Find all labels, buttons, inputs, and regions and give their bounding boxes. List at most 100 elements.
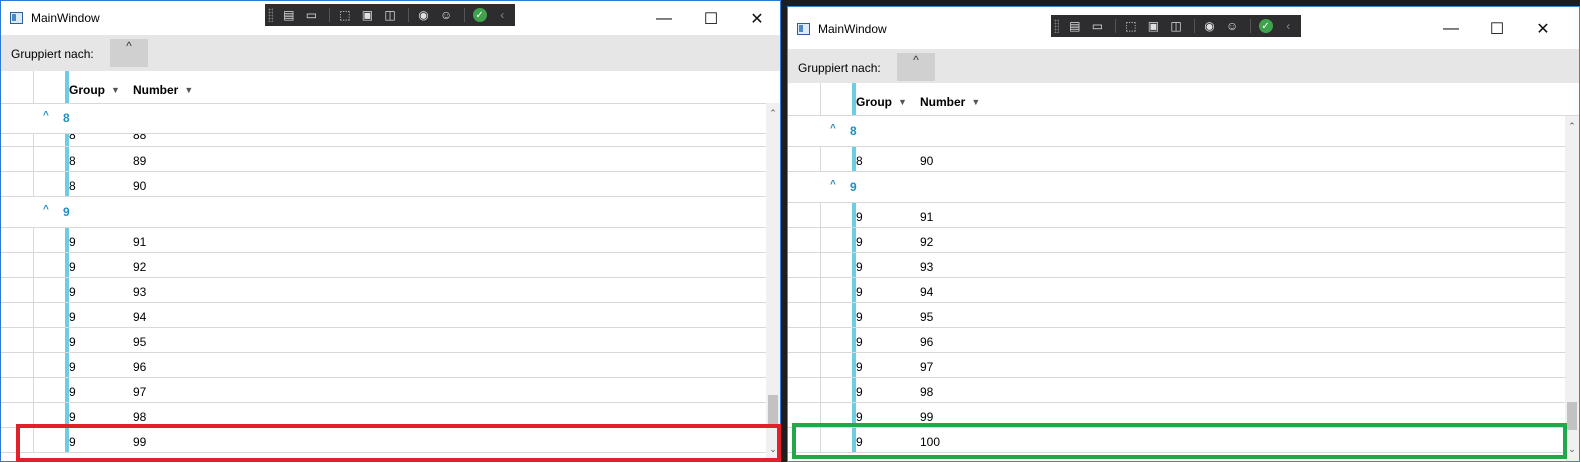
track-focus-icon[interactable]: ◫ xyxy=(1166,17,1186,35)
table-row[interactable]: 9 98 xyxy=(1,403,766,428)
filter-icon[interactable]: ▼ xyxy=(971,97,980,107)
group-drop-area[interactable]: ^ xyxy=(110,39,148,67)
vertical-scrollbar[interactable]: ⌃ ⌄ xyxy=(766,103,780,461)
column-header-number[interactable]: Number ▼ xyxy=(920,95,980,109)
cell-number: 98 xyxy=(920,385,934,399)
hot-reload-icon[interactable]: ◉ xyxy=(1200,17,1220,35)
group-drop-area[interactable]: ^ xyxy=(897,53,935,81)
scroll-down-arrow-icon[interactable]: ⌄ xyxy=(1565,441,1579,457)
live-visual-tree-icon[interactable]: ▤ xyxy=(279,6,299,24)
group-name: 8 xyxy=(63,111,70,125)
minimize-button[interactable]: — xyxy=(1428,15,1474,43)
close-button[interactable]: ✕ xyxy=(1520,15,1566,43)
cell-group: 8 xyxy=(856,154,863,168)
table-row[interactable]: 9 97 xyxy=(788,353,1565,378)
table-row[interactable]: 9 98 xyxy=(788,378,1565,403)
scroll-thumb[interactable] xyxy=(1567,402,1577,430)
display-adorners-icon[interactable]: ▣ xyxy=(1144,17,1164,35)
close-button[interactable]: ✕ xyxy=(734,5,780,33)
cell-number: 92 xyxy=(133,260,147,274)
cell-group: 9 xyxy=(69,235,76,249)
table-row[interactable]: 8 90 xyxy=(788,147,1565,172)
accessibility-icon[interactable]: ☺ xyxy=(436,6,456,24)
window-icon xyxy=(10,12,23,24)
filter-icon[interactable]: ▼ xyxy=(898,97,907,107)
cell-number: 90 xyxy=(920,154,934,168)
group-header-row[interactable]: ^ 9 xyxy=(788,172,1565,203)
chevron-up-icon[interactable]: ^ xyxy=(43,204,49,215)
scroll-up-arrow-icon[interactable]: ⌃ xyxy=(1565,118,1579,134)
table-row[interactable]: 9 99 xyxy=(1,428,766,453)
select-element-icon[interactable]: ⬚ xyxy=(1121,17,1141,35)
collapse-arrow-icon[interactable]: ‹ xyxy=(492,6,512,24)
table-row[interactable]: 8 88 xyxy=(1,134,766,147)
cell-number: 95 xyxy=(133,335,147,349)
cell-group: 9 xyxy=(856,335,863,349)
scroll-up-arrow-icon[interactable]: ⌃ xyxy=(766,105,780,121)
live-visual-tree-icon[interactable]: ▤ xyxy=(1065,17,1085,35)
cell-group: 9 xyxy=(69,260,76,274)
record-icon[interactable]: ▭ xyxy=(1088,17,1108,35)
vertical-scrollbar[interactable]: ⌃ ⌄ xyxy=(1565,116,1579,461)
cell-number: 91 xyxy=(920,210,934,224)
row-selector-divider xyxy=(820,328,821,352)
column-header-row: Group ▼ Number ▼ xyxy=(1,71,780,104)
table-row[interactable]: 9 91 xyxy=(788,203,1565,228)
chevron-up-icon[interactable]: ^ xyxy=(830,123,836,134)
column-header-number[interactable]: Number ▼ xyxy=(133,83,193,97)
table-row[interactable]: 8 89 xyxy=(1,147,766,172)
cell-group: 9 xyxy=(856,210,863,224)
row-selector-divider xyxy=(33,228,34,252)
maximize-button[interactable]: ☐ xyxy=(688,5,734,33)
table-row[interactable]: 9 93 xyxy=(788,253,1565,278)
table-row[interactable]: 9 92 xyxy=(1,253,766,278)
chevron-up-icon[interactable]: ^ xyxy=(43,110,49,121)
maximize-button[interactable]: ☐ xyxy=(1474,15,1520,43)
table-row[interactable]: 9 94 xyxy=(788,278,1565,303)
cell-number: 88 xyxy=(133,134,147,142)
binding-check-icon[interactable]: ✓ xyxy=(470,6,490,24)
table-row[interactable]: 9 91 xyxy=(1,228,766,253)
column-header-group[interactable]: Group ▼ xyxy=(856,95,907,109)
cell-number: 93 xyxy=(133,285,147,299)
scroll-down-arrow-icon[interactable]: ⌄ xyxy=(766,441,780,457)
binding-check-icon[interactable]: ✓ xyxy=(1256,17,1276,35)
chevron-up-icon[interactable]: ^ xyxy=(830,179,836,190)
table-row[interactable]: 9 94 xyxy=(1,303,766,328)
collapse-arrow-icon[interactable]: ‹ xyxy=(1278,17,1298,35)
table-row[interactable]: 9 93 xyxy=(1,278,766,303)
table-row[interactable]: 8 90 xyxy=(1,172,766,197)
row-selector-divider xyxy=(820,203,821,227)
column-header-label: Number xyxy=(133,83,179,97)
select-element-icon[interactable]: ⬚ xyxy=(335,6,355,24)
row-selector-divider xyxy=(33,428,34,452)
table-row[interactable]: 9 95 xyxy=(788,303,1565,328)
track-focus-icon[interactable]: ◫ xyxy=(380,6,400,24)
display-adorners-icon[interactable]: ▣ xyxy=(358,6,378,24)
table-row[interactable]: 9 100 xyxy=(788,428,1565,453)
group-header-row[interactable]: ^ 8 xyxy=(788,116,1565,147)
filter-icon[interactable]: ▼ xyxy=(184,85,193,95)
accessibility-icon[interactable]: ☺ xyxy=(1222,17,1242,35)
table-row[interactable]: 9 97 xyxy=(1,378,766,403)
table-row[interactable]: 9 96 xyxy=(788,328,1565,353)
column-header-group[interactable]: Group ▼ xyxy=(69,83,120,97)
row-selector-divider xyxy=(820,303,821,327)
table-row[interactable]: 9 95 xyxy=(1,328,766,353)
group-header-row[interactable]: ^ 9 xyxy=(1,197,766,228)
row-selector-divider xyxy=(33,328,34,352)
group-name: 9 xyxy=(63,205,70,219)
column-header-row: Group ▼ Number ▼ xyxy=(788,83,1579,116)
row-selector-divider xyxy=(820,147,821,171)
group-header-row[interactable]: ^ 8 xyxy=(1,103,766,134)
filter-icon[interactable]: ▼ xyxy=(111,85,120,95)
row-selector-divider xyxy=(33,147,34,171)
table-row[interactable]: 9 99 xyxy=(788,403,1565,428)
hot-reload-icon[interactable]: ◉ xyxy=(414,6,434,24)
minimize-button[interactable]: — xyxy=(641,5,687,33)
table-row[interactable]: 9 96 xyxy=(1,353,766,378)
scroll-thumb[interactable] xyxy=(768,395,778,425)
table-row[interactable]: 9 92 xyxy=(788,228,1565,253)
cell-group: 9 xyxy=(69,310,76,324)
record-icon[interactable]: ▭ xyxy=(302,6,322,24)
